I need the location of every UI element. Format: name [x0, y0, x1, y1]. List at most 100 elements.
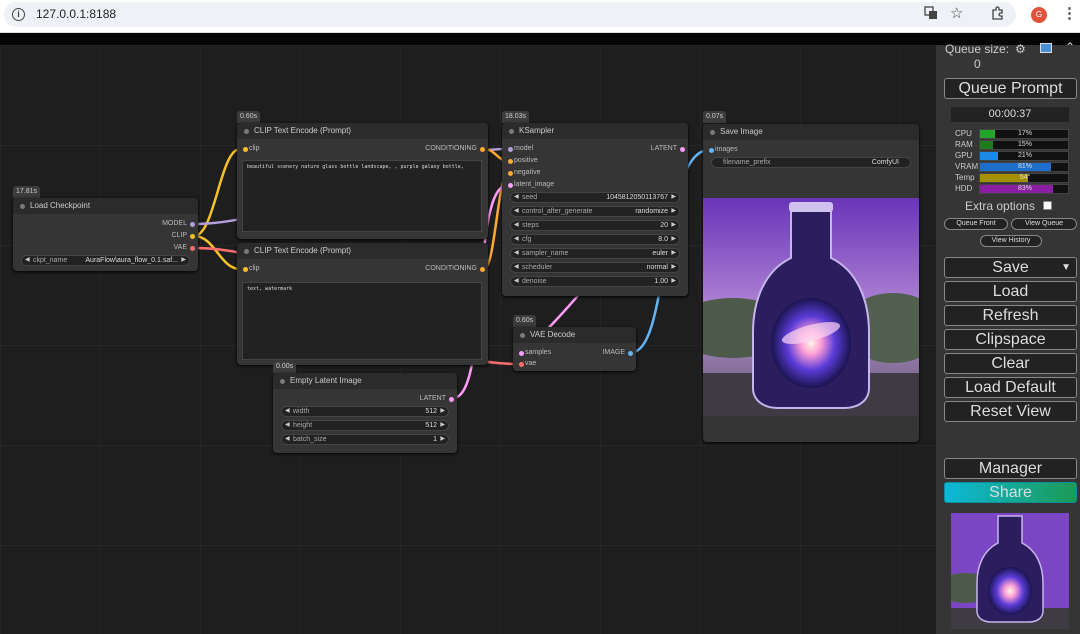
- filename-prefix-widget[interactable]: filename_prefix ComfyUI: [711, 157, 911, 168]
- arrow-right-icon: ▶: [440, 408, 445, 414]
- extensions-icon[interactable]: [990, 6, 1004, 23]
- node-title[interactable]: CLIP Text Encode (Prompt): [237, 243, 488, 259]
- extra-options-checkbox[interactable]: [1043, 201, 1052, 210]
- view-queue-button[interactable]: View Queue: [1011, 218, 1077, 230]
- stat-label-temp: Temp: [955, 173, 975, 182]
- output-vae[interactable]: VAE: [174, 243, 195, 253]
- queue-front-button[interactable]: Queue Front: [944, 218, 1008, 230]
- node-title[interactable]: CLIP Text Encode (Prompt): [237, 123, 488, 139]
- width-widget[interactable]: ◀ width 512 ▶: [281, 406, 449, 417]
- save-button[interactable]: Save ▼: [944, 257, 1077, 278]
- prompt-textarea[interactable]: beautiful scenery nature glass bottle la…: [242, 160, 482, 232]
- queue-size-label: Queue size:: [945, 42, 1010, 56]
- info-icon[interactable]: i: [12, 8, 25, 21]
- control-after-generate-widget[interactable]: ◀ control_after_generate randomize ▶: [510, 206, 680, 217]
- refresh-button[interactable]: Refresh: [944, 305, 1077, 326]
- input-samples[interactable]: samples: [519, 348, 551, 358]
- prompt-textarea[interactable]: text, watermark: [242, 282, 482, 360]
- node-title[interactable]: KSampler: [502, 123, 688, 139]
- input-clip[interactable]: clip: [243, 264, 260, 274]
- arrow-left-icon: ◀: [514, 194, 519, 200]
- reset-view-button[interactable]: Reset View: [944, 401, 1077, 422]
- chevron-down-icon: ▼: [1061, 262, 1071, 273]
- extra-options-label: Extra options: [965, 199, 1036, 213]
- url-text[interactable]: 127.0.0.1:8188: [36, 7, 116, 21]
- node-empty-latent-image[interactable]: Empty Latent Image LATENT ◀ width 512 ▶ ◀ he…: [273, 373, 457, 453]
- gear-icon[interactable]: ⚙: [1015, 42, 1026, 56]
- node-title[interactable]: VAE Decode: [513, 327, 636, 343]
- output-latent[interactable]: LATENT: [651, 144, 685, 154]
- stat-label-hdd: HDD: [955, 184, 973, 193]
- stat-label-vram: VRAM: [955, 162, 979, 171]
- node-save-image[interactable]: Save Image images filename_prefix ComfyUI: [703, 124, 919, 442]
- arrow-right-icon: ▶: [671, 194, 676, 200]
- arrow-left-icon: ◀: [514, 278, 519, 284]
- load-button[interactable]: Load: [944, 281, 1077, 302]
- stat-bar-gpu: 21%: [979, 151, 1069, 161]
- output-conditioning[interactable]: CONDITIONING: [425, 264, 485, 274]
- node-timing: 0.60s: [513, 315, 537, 327]
- height-widget[interactable]: ◀ height 512 ▶: [281, 420, 449, 431]
- node-title[interactable]: Save Image: [703, 124, 919, 140]
- translate-icon[interactable]: [924, 6, 938, 23]
- collapse-icon[interactable]: ⌃: [1065, 40, 1075, 54]
- node-ksampler[interactable]: KSampler model positive negative latent_…: [502, 123, 688, 296]
- generated-image-preview[interactable]: [703, 198, 919, 416]
- denoise-widget[interactable]: ◀ denoise 1.00 ▶: [510, 276, 680, 287]
- input-vae[interactable]: vae: [519, 359, 536, 369]
- load-default-button[interactable]: Load Default: [944, 377, 1077, 398]
- input-positive[interactable]: positive: [508, 156, 538, 166]
- stat-label-cpu: CPU: [955, 129, 972, 138]
- stat-bar-temp: 54°: [979, 173, 1069, 183]
- arrow-right-icon: ▶: [440, 436, 445, 442]
- more-icon[interactable]: ⋮: [1062, 4, 1077, 22]
- output-image[interactable]: IMAGE: [602, 348, 633, 358]
- arrow-right-icon: ▶: [671, 264, 676, 270]
- input-negative[interactable]: negative: [508, 168, 540, 178]
- history-thumbnail[interactable]: [951, 513, 1069, 629]
- node-timing: 0.60s: [237, 111, 261, 123]
- address-bar[interactable]: i 127.0.0.1:8188: [4, 2, 1016, 27]
- node-timing: 0.00s: [273, 361, 297, 373]
- node-clip-text-encode-negative[interactable]: CLIP Text Encode (Prompt) clip CONDITION…: [237, 243, 488, 365]
- node-title[interactable]: Empty Latent Image: [273, 373, 457, 389]
- arrow-left-icon: ◀: [285, 436, 290, 442]
- queue-prompt-button[interactable]: Queue Prompt: [944, 78, 1077, 99]
- arrow-right-icon: ▶: [671, 208, 676, 214]
- seed-widget[interactable]: ◀ seed 1045812050113767 ▶: [510, 192, 680, 203]
- node-vae-decode[interactable]: VAE Decode samples vae IMAGE: [513, 327, 636, 371]
- batch-size-widget[interactable]: ◀ batch_size 1 ▶: [281, 434, 449, 445]
- input-model[interactable]: model: [508, 144, 533, 154]
- input-latent-image[interactable]: latent_image: [508, 180, 554, 190]
- browser-toolbar: i 127.0.0.1:8188 ☆ G ⋮: [0, 0, 1080, 33]
- node-clip-text-encode-positive[interactable]: CLIP Text Encode (Prompt) clip CONDITION…: [237, 123, 488, 239]
- arrow-left-icon: ◀: [285, 422, 290, 428]
- star-icon[interactable]: ☆: [950, 4, 963, 22]
- ckpt-name-widget[interactable]: ◀ ckpt_name AuraFlow\aura_flow_0.1.saf... ▶: [21, 255, 190, 266]
- stat-bar-cpu: 17%: [979, 129, 1069, 139]
- steps-widget[interactable]: ◀ steps 20 ▶: [510, 220, 680, 231]
- arrow-left-icon: ◀: [514, 250, 519, 256]
- output-latent[interactable]: LATENT: [420, 394, 454, 404]
- output-conditioning[interactable]: CONDITIONING: [425, 144, 485, 154]
- clipspace-button[interactable]: Clipspace: [944, 329, 1077, 350]
- manager-button[interactable]: Manager: [944, 458, 1077, 479]
- input-images[interactable]: images: [709, 145, 738, 155]
- profile-avatar[interactable]: G: [1031, 7, 1047, 23]
- stat-label-gpu: GPU: [955, 151, 973, 160]
- node-load-checkpoint[interactable]: Load Checkpoint MODEL CLIP VAE ◀ ckpt_nam…: [13, 198, 198, 271]
- input-clip[interactable]: clip: [243, 144, 260, 154]
- image-icon[interactable]: [1040, 43, 1052, 53]
- node-timing: 18.03s: [502, 111, 530, 123]
- stat-bar-hdd: 83%: [979, 184, 1069, 194]
- output-clip[interactable]: CLIP: [171, 231, 195, 241]
- output-model[interactable]: MODEL: [162, 219, 195, 229]
- node-timing: 17.81s: [13, 186, 41, 198]
- share-button[interactable]: Share: [944, 482, 1077, 503]
- cfg-widget[interactable]: ◀ cfg 8.0 ▶: [510, 234, 680, 245]
- view-history-button[interactable]: View History: [980, 235, 1042, 247]
- node-title[interactable]: Load Checkpoint: [13, 198, 198, 214]
- scheduler-widget[interactable]: ◀ scheduler normal ▶: [510, 262, 680, 273]
- clear-button[interactable]: Clear: [944, 353, 1077, 374]
- sampler-name-widget[interactable]: ◀ sampler_name euler ▶: [510, 248, 680, 259]
